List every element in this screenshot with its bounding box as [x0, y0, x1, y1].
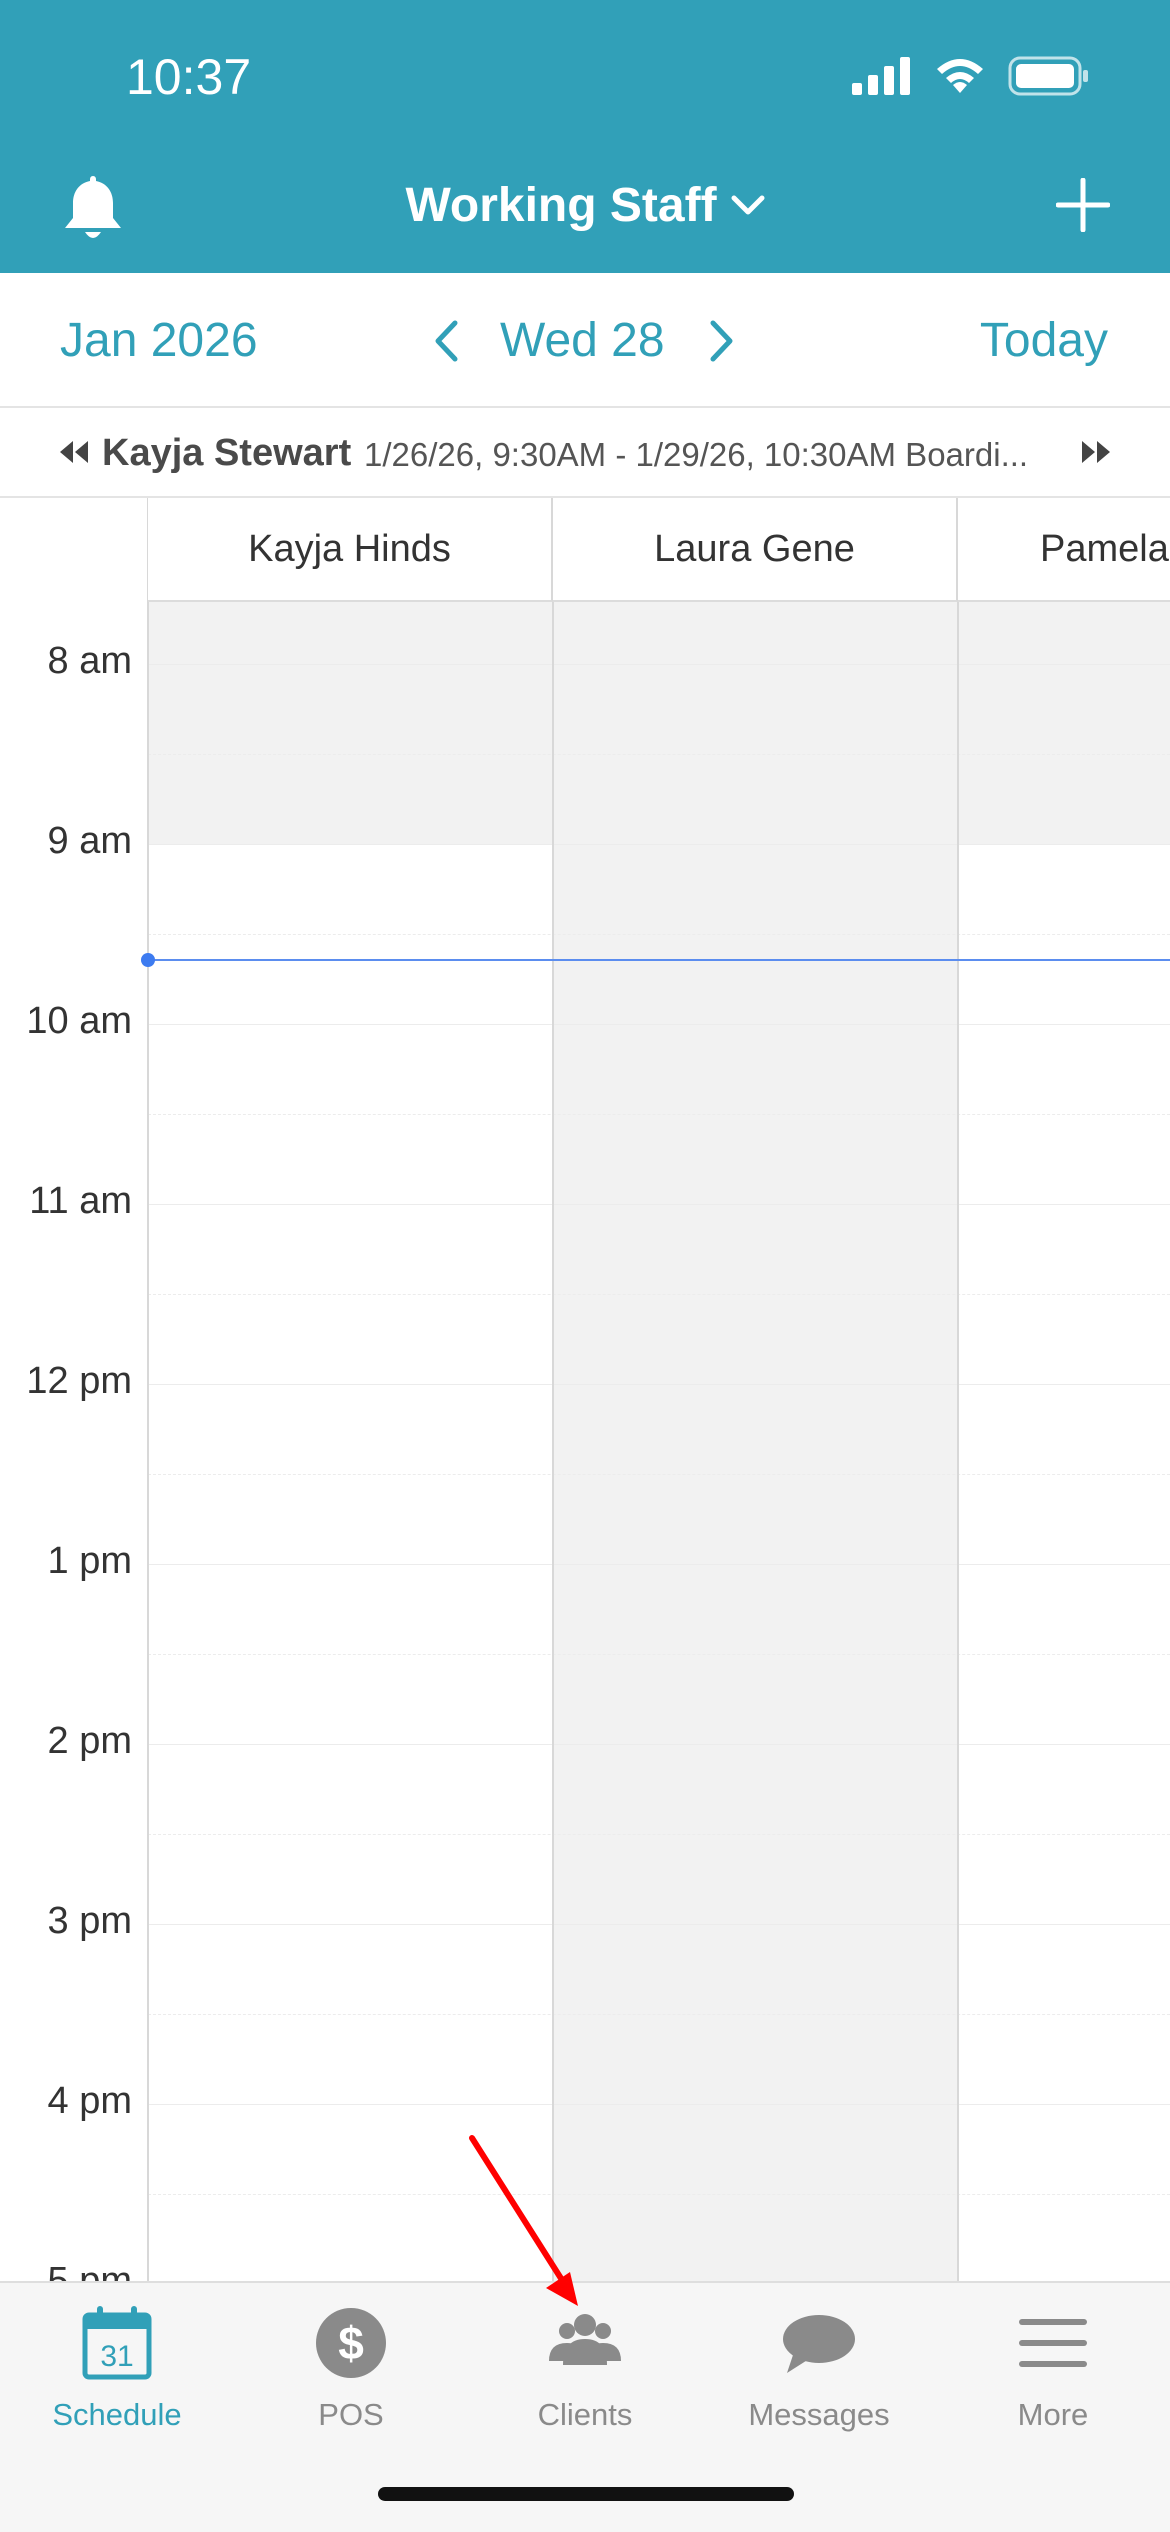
today-button[interactable]: Today: [980, 313, 1108, 368]
chevron-right-icon[interactable]: [708, 319, 736, 363]
boarding-banner[interactable]: Kayja Stewart 1/26/26, 9:30AM - 1/29/26,…: [0, 408, 1170, 498]
signal-icon: [852, 57, 910, 95]
time-label: 9 am: [47, 820, 132, 862]
status-time: 10:37: [126, 49, 252, 105]
time-label: 1 pm: [47, 1540, 132, 1582]
app-header: 10:37 Working Staff: [0, 0, 1170, 273]
hour-line: [148, 1204, 1170, 1205]
tab-pos[interactable]: $ POS: [234, 2303, 468, 2433]
half-hour-line: [148, 2194, 1170, 2195]
tab-label: Clients: [537, 2397, 633, 2432]
column-1-unavailable: [148, 602, 553, 844]
month-selector[interactable]: Jan 2026: [60, 313, 258, 368]
chevron-left-icon[interactable]: [432, 319, 460, 363]
time-label: 12 pm: [26, 1360, 132, 1402]
chat-bubble-icon: [783, 2315, 855, 2373]
staff-column-header[interactable]: Kayja Hinds: [148, 498, 553, 602]
hour-line: [148, 664, 1170, 665]
wifi-icon: [937, 59, 983, 93]
time-label: 10 am: [26, 1000, 132, 1042]
half-hour-line: [148, 1114, 1170, 1115]
boarding-detail: 1/26/26, 9:30AM - 1/29/26, 10:30AM Board…: [364, 436, 1029, 473]
column-divider: [957, 498, 959, 2281]
half-hour-line: [148, 1294, 1170, 1295]
hour-line: [148, 1924, 1170, 1925]
date-navigation-bar: Jan 2026 Wed 28 Today: [0, 273, 1170, 408]
current-day[interactable]: Wed 28: [500, 313, 665, 368]
tab-more[interactable]: More: [936, 2303, 1170, 2433]
hour-line: [148, 1564, 1170, 1565]
current-time-line: [148, 959, 1170, 961]
time-label: 8 am: [47, 640, 132, 682]
column-divider: [552, 498, 554, 2281]
half-hour-line: [148, 2014, 1170, 2015]
time-label: 11 am: [29, 1180, 132, 1222]
hour-line: [148, 1024, 1170, 1025]
boarding-client-name: Kayja Stewart: [102, 432, 352, 474]
tab-label: Schedule: [52, 2397, 182, 2432]
header-title: Working Staff: [405, 179, 717, 232]
double-chevron-right-icon[interactable]: [1080, 439, 1112, 465]
staff-column-header[interactable]: Laura Gene: [553, 498, 958, 602]
tab-schedule[interactable]: 31 Schedule: [0, 2303, 234, 2433]
hour-line: [148, 1384, 1170, 1385]
half-hour-line: [148, 934, 1170, 935]
calendar-icon: 31: [82, 2306, 152, 2380]
tab-label: More: [1017, 2397, 1089, 2432]
time-label: 2 pm: [47, 1720, 132, 1762]
hour-line: [148, 844, 1170, 845]
half-hour-line: [148, 754, 1170, 755]
home-indicator: [378, 2487, 794, 2501]
staff-filter-dropdown[interactable]: Working Staff: [0, 178, 1170, 233]
column-3-unavailable: [958, 602, 1170, 844]
schedule-grid[interactable]: Kayja Hinds Laura Gene Pamela 8 am 9 am …: [0, 498, 1170, 2281]
chevron-down-icon: [731, 195, 765, 214]
half-hour-line: [148, 1654, 1170, 1655]
add-icon[interactable]: [1056, 178, 1110, 232]
tab-messages[interactable]: Messages: [702, 2303, 936, 2433]
column-2-unavailable: [553, 602, 958, 2281]
status-icons: [852, 56, 1090, 96]
half-hour-line: [148, 1834, 1170, 1835]
menu-icon: [1019, 2319, 1087, 2367]
hour-line: [148, 1744, 1170, 1745]
clients-icon: [549, 2314, 621, 2365]
dollar-symbol: $: [338, 2317, 364, 2369]
time-label: 5 pm: [47, 2260, 132, 2281]
calendar-day-number: 31: [100, 2340, 133, 2373]
half-hour-line: [148, 1474, 1170, 1475]
tab-label: Messages: [748, 2397, 890, 2432]
battery-icon: [1008, 56, 1088, 96]
column-divider: [147, 498, 149, 2281]
dollar-icon: $: [316, 2308, 386, 2378]
time-label: 4 pm: [47, 2080, 132, 2122]
staff-column-header[interactable]: Pamela: [958, 498, 1170, 602]
tab-label: POS: [318, 2397, 384, 2432]
tab-clients[interactable]: Clients: [468, 2303, 702, 2433]
hour-line: [148, 2104, 1170, 2105]
current-time-dot: [141, 953, 155, 967]
time-label: 3 pm: [47, 1900, 132, 1942]
double-chevron-left-icon[interactable]: [58, 439, 90, 465]
